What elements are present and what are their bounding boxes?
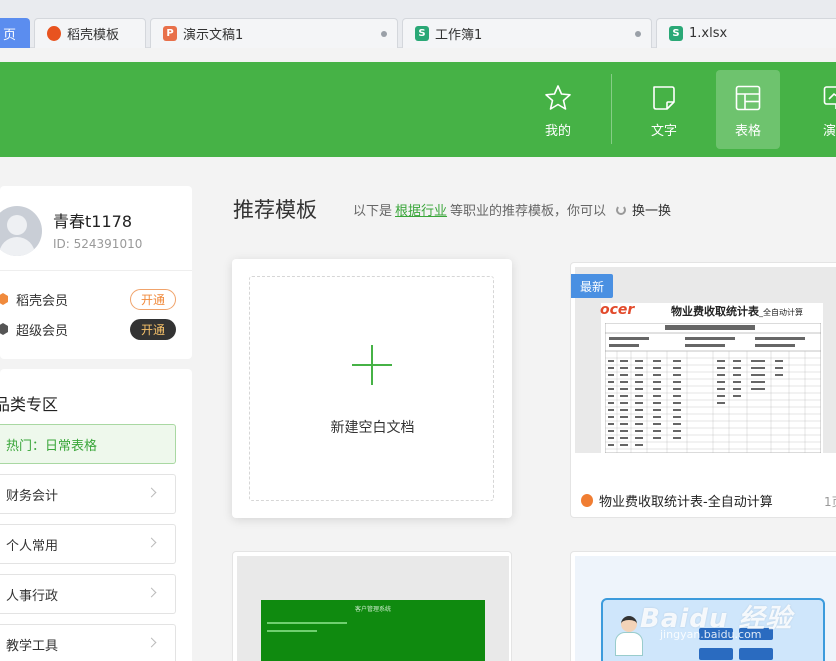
chevron-right-icon [146, 537, 157, 548]
document-icon [653, 86, 675, 110]
sheet-line [267, 622, 347, 624]
section-hint: 以下是 根据行业 等职业的推荐模板，你可以 换一换 [353, 200, 671, 219]
unsaved-dot-icon[interactable] [635, 31, 641, 37]
category-item-teaching[interactable]: 教学工具 [0, 624, 176, 661]
hint-prefix: 以下是 [353, 204, 393, 219]
nav-label: 文字 [650, 124, 677, 139]
tab-label: 页 [3, 28, 17, 43]
tab-label: 1.xlsx [689, 26, 728, 41]
category-label: 人事行政 [6, 588, 59, 604]
avatar[interactable] [0, 206, 42, 256]
nav-label: 我的 [544, 124, 571, 139]
refresh-button[interactable]: 换一换 [632, 200, 671, 219]
tab-docer[interactable]: 稻壳模板 [34, 18, 146, 48]
category-label: 财务会计 [6, 488, 59, 504]
category-item-personal[interactable]: 个人常用 [0, 524, 176, 564]
docer-icon [581, 494, 593, 507]
tab-label: 演示文稿1 [183, 28, 244, 43]
spreadsheet-icon: S [415, 26, 429, 41]
category-title: 品类专区 [0, 395, 59, 414]
sheet-line [267, 630, 317, 632]
tab-xlsx[interactable]: S 1.xlsx [656, 18, 836, 48]
template-thumbnail[interactable]: 客户管理系统 [237, 556, 509, 661]
tab-workbook1[interactable]: S 工作簿1 [402, 18, 652, 48]
watermark-sub: jingyan.baidu.com [660, 628, 762, 641]
unsaved-dot-icon[interactable] [381, 31, 387, 37]
tab-label: 稻壳模板 [67, 28, 120, 43]
super-vip-icon [0, 323, 8, 335]
nav-writer[interactable]: 文字 [632, 70, 696, 149]
template-pages: 1页 [824, 495, 836, 509]
chevron-right-icon [146, 637, 157, 648]
docer-vip-icon [0, 293, 8, 305]
table-icon [735, 85, 761, 111]
vip-row-docer: 稻壳会员 开通 [0, 288, 192, 310]
vip-label: 稻壳会员 [16, 293, 69, 309]
category-item-hot[interactable]: 热门：日常表格 [0, 424, 176, 464]
user-name: 青春t1178 [53, 212, 132, 231]
sheet-title: 物业费收取统计表_全自动计算 [671, 303, 803, 319]
divider [0, 270, 192, 271]
tab-home[interactable]: 页 [0, 18, 30, 48]
docer-icon [47, 26, 61, 41]
sheet-preview: 客户管理系统 [261, 600, 485, 661]
header-divider [611, 74, 612, 144]
sheet-preview: ocer 物业费收取统计表_全自动计算 [600, 302, 823, 453]
nav-label: 演示 [822, 124, 836, 139]
sheet-grid [605, 323, 821, 453]
tab-label: 工作簿1 [435, 28, 483, 43]
user-id: ID: 524391010 [53, 237, 143, 251]
nav-mine[interactable]: 我的 [526, 70, 590, 149]
template-title: 物业费收取统计表-全自动计算 [599, 495, 773, 510]
category-label: 个人常用 [6, 538, 59, 554]
vip-label: 超级会员 [16, 323, 69, 339]
category-card: 品类专区 热门：日常表格 财务会计 个人常用 人事行政 教学工具 [0, 369, 192, 661]
presentation-icon: P [163, 26, 177, 41]
hint-suffix: 等职业的推荐模板，你可以 [450, 204, 607, 219]
chevron-right-icon [146, 487, 157, 498]
open-super-vip-button[interactable]: 开通 [130, 318, 176, 340]
template-thumbnail[interactable]: ocer 物业费收取统计表_全自动计算 [575, 267, 836, 453]
plus-icon-bar [352, 364, 392, 366]
refresh-icon[interactable] [616, 204, 627, 215]
star-icon [545, 85, 571, 110]
new-blank-label: 新建空白文档 [330, 420, 415, 436]
industry-link[interactable]: 根据行业 [395, 200, 447, 219]
doctor-illustration [615, 616, 643, 656]
tab-bar: 页 稻壳模板 P 演示文稿1 S 工作簿1 S 1.xlsx [0, 0, 836, 48]
template-card[interactable]: 客户管理系统 [232, 551, 512, 661]
category-label: 教学工具 [6, 638, 59, 654]
vip-row-super: 超级会员 开通 [0, 318, 192, 340]
category-item-hr[interactable]: 人事行政 [0, 574, 176, 614]
category-item-finance[interactable]: 财务会计 [0, 474, 176, 514]
docer-logo: ocer [600, 302, 635, 318]
new-badge: 最新 [571, 274, 613, 298]
category-label: 热门：日常表格 [6, 438, 98, 454]
template-card[interactable]: 最新 ocer 物业费收取统计表_全自动计算 物业费收取统计表-全自动计算 1 [570, 262, 836, 518]
new-blank-card[interactable]: 新建空白文档 [232, 259, 512, 518]
preview-button [739, 648, 773, 660]
section-title: 推荐模板 [233, 198, 317, 222]
new-blank-area[interactable]: 新建空白文档 [249, 276, 494, 501]
sheet-title-suffix: _全自动计算 [759, 308, 803, 317]
open-docer-vip-button[interactable]: 开通 [130, 288, 176, 310]
nav-label: 表格 [734, 124, 761, 139]
app-header: 我的 文字 表格 演示 [0, 62, 836, 157]
presentation-icon [823, 86, 836, 109]
nav-spreadsheet[interactable]: 表格 [716, 70, 780, 149]
nav-presentation[interactable]: 演示 [804, 70, 836, 149]
spreadsheet-icon: S [669, 26, 683, 41]
chevron-right-icon [146, 587, 157, 598]
template-name[interactable]: 物业费收取统计表-全自动计算 [581, 491, 773, 510]
user-card: 青春t1178 ID: 524391010 稻壳会员 开通 超级会员 开通 [0, 186, 192, 359]
preview-button [699, 648, 733, 660]
sheet-title-text: 物业费收取统计表 [671, 305, 759, 318]
sheet-title: 客户管理系统 [354, 606, 391, 613]
tab-presentation1[interactable]: P 演示文稿1 [150, 18, 398, 48]
